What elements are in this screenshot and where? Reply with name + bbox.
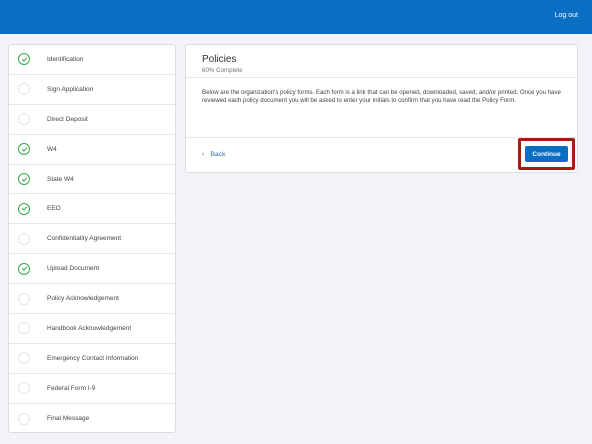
sidebar-step[interactable]: Federal Form I-9 (9, 374, 175, 404)
sidebar-step-label: Sign Application (47, 85, 94, 93)
policy-description: Below are the organization's policy form… (186, 78, 577, 138)
page-title: Policies (202, 54, 237, 65)
sidebar-step[interactable]: Identification (9, 45, 175, 75)
sidebar-step-label: Final Message (47, 415, 90, 423)
empty-circle-icon (18, 113, 30, 126)
steps-sidebar: Identification Sign Application Direct Dep… (8, 44, 176, 433)
sidebar-step-label: Direct Deposit (47, 115, 88, 123)
sidebar-step[interactable]: Policy Acknowledgement (9, 284, 175, 315)
sidebar-step-label: Handbook Acknowledgement (47, 324, 132, 332)
empty-circle-icon (18, 232, 30, 245)
sidebar-step-label: State W4 (47, 175, 74, 183)
empty-circle-icon (18, 322, 30, 335)
top-bar: Log out (0, 0, 592, 34)
check-circle-icon (18, 53, 30, 66)
sidebar-step-label: W4 (47, 145, 57, 153)
empty-circle-icon (18, 412, 30, 425)
back-link[interactable]: ‹ Back (202, 151, 225, 158)
sidebar-step[interactable]: EEO (9, 194, 175, 225)
chevron-left-icon: ‹ (202, 151, 205, 158)
check-circle-icon (18, 202, 30, 215)
sidebar-step[interactable]: W4 (9, 135, 175, 165)
sidebar-step[interactable]: Confidentiality Agreement (9, 224, 175, 255)
sidebar-step[interactable]: Sign Application (9, 75, 175, 105)
empty-circle-icon (18, 292, 30, 305)
continue-button[interactable]: Continue (525, 146, 568, 162)
check-circle-icon (18, 143, 30, 156)
empty-circle-icon (18, 352, 30, 365)
check-circle-icon (18, 262, 30, 275)
check-circle-icon (18, 173, 30, 185)
sidebar-step-label: Federal Form I-9 (47, 384, 96, 392)
sidebar-step-label: Emergency Contact Information (47, 354, 139, 362)
sidebar-step[interactable]: Emergency Contact Information (9, 344, 175, 374)
sidebar-step[interactable]: Direct Deposit (9, 105, 175, 135)
panel-header: Policies 60% Complete (186, 45, 577, 78)
empty-circle-icon (18, 382, 30, 395)
sidebar-step-label: Policy Acknowledgement (47, 295, 119, 303)
sidebar-step[interactable]: State W4 (9, 165, 175, 195)
sidebar-step[interactable]: Upload Document (9, 254, 175, 285)
sidebar-step-label: Identification (47, 55, 84, 63)
progress-text: 60% Complete (202, 67, 243, 74)
empty-circle-icon (18, 83, 30, 96)
sidebar-step[interactable]: Handbook Acknowledgement (9, 314, 175, 344)
sidebar-step-label: EEO (47, 205, 61, 213)
sidebar-step[interactable]: Final Message (9, 404, 175, 432)
back-label: Back (210, 151, 226, 158)
sidebar-step-label: Confidentiality Agreement (47, 235, 122, 243)
sidebar-step-label: Upload Document (47, 265, 100, 273)
logout-link[interactable]: Log out (555, 12, 578, 19)
